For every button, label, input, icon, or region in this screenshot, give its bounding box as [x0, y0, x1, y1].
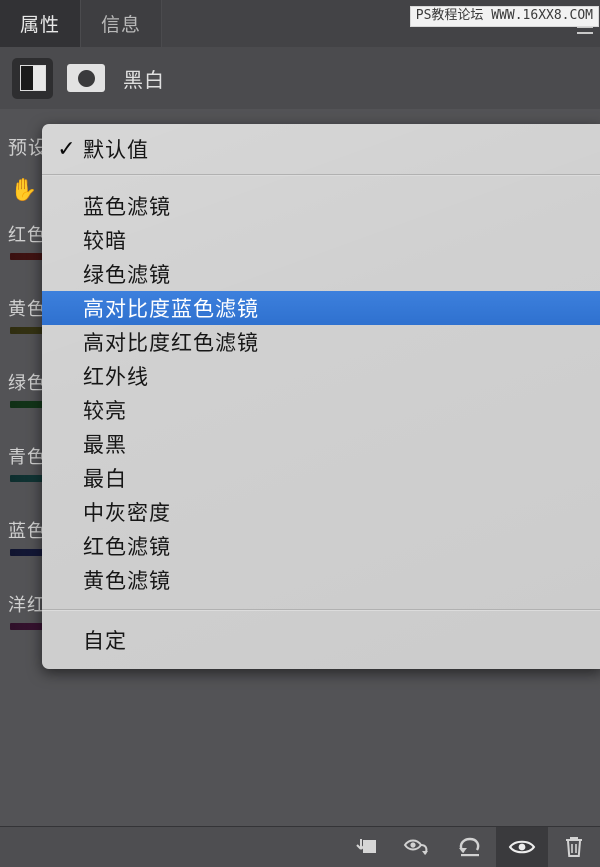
- black-and-white-glyph: [19, 65, 46, 91]
- slider-label: 洋红: [8, 595, 46, 615]
- bw-right-half: [32, 66, 45, 90]
- menu-item[interactable]: 最白: [42, 461, 600, 495]
- menu-bottom-spacer: [42, 597, 600, 609]
- menu-item-default[interactable]: ✓ 默认值: [42, 124, 600, 174]
- menu-item-label: 中灰密度: [83, 502, 171, 525]
- menu-item[interactable]: 红外线: [42, 359, 600, 393]
- on-image-adjust-hand-icon[interactable]: ✋: [10, 177, 37, 203]
- menu-item[interactable]: 较亮: [42, 393, 600, 427]
- menu-item-label: 绿色滤镜: [83, 264, 171, 287]
- panel-bottom-toolbar: [0, 826, 600, 867]
- menu-item-label: 高对比度红色滤镜: [83, 332, 259, 355]
- menu-custom-bottom-spacer: [42, 658, 600, 669]
- checkmark-icon: ✓: [57, 136, 77, 161]
- panel-menu-line-3: [577, 32, 593, 34]
- tab-properties[interactable]: 属性: [0, 0, 81, 47]
- delete-trash-icon[interactable]: [548, 827, 600, 867]
- menu-item-label: 红外线: [83, 366, 149, 389]
- menu-item[interactable]: 最黑: [42, 427, 600, 461]
- menu-item-label: 高对比度蓝色滤镜: [83, 298, 259, 321]
- menu-item-custom[interactable]: 自定: [42, 622, 600, 658]
- layer-mask-dot: [77, 69, 95, 87]
- menu-item-default-label: 默认值: [83, 139, 149, 162]
- menu-top-spacer: [42, 176, 600, 189]
- properties-panel: 属性 信息 PS教程论坛 WWW.16XX8.COM 黑白 预设 ✋ 红色 黄色绿…: [0, 0, 600, 867]
- menu-item[interactable]: 高对比度红色滤镜: [42, 325, 600, 359]
- slider-label: 青色: [8, 447, 46, 467]
- menu-item-label: 最白: [83, 468, 127, 491]
- slider-label: 黄色: [8, 299, 46, 319]
- menu-item[interactable]: 黄色滤镜: [42, 563, 600, 597]
- menu-item-label: 蓝色滤镜: [83, 196, 171, 219]
- menu-item[interactable]: 较暗: [42, 223, 600, 257]
- slider-label: 蓝色: [8, 521, 46, 541]
- menu-item-label: 红色滤镜: [83, 536, 171, 559]
- slider-label: 绿色: [8, 373, 46, 393]
- page-title: 黑白: [123, 69, 165, 92]
- menu-items-list: 蓝色滤镜较暗绿色滤镜高对比度蓝色滤镜 高对比度红色滤镜 红外线较亮最黑最白中灰密度红…: [42, 189, 600, 597]
- menu-item[interactable]: 蓝色滤镜: [42, 189, 600, 223]
- menu-item-label: 最黑: [83, 434, 127, 457]
- clip-to-layer-icon[interactable]: [340, 827, 392, 867]
- layer-mask-icon[interactable]: [67, 64, 105, 92]
- tab-properties-label: 属性: [20, 15, 61, 36]
- reset-icon[interactable]: [444, 827, 496, 867]
- slider-label: 红色: [8, 225, 46, 245]
- menu-item-custom-label: 自定: [83, 630, 127, 653]
- menu-item-label: 较亮: [83, 400, 127, 423]
- menu-item-label: 黄色滤镜: [83, 570, 171, 593]
- menu-item[interactable]: 绿色滤镜: [42, 257, 600, 291]
- bw-left-half: [20, 66, 33, 90]
- menu-item[interactable]: 红色滤镜: [42, 529, 600, 563]
- preset-dropdown-menu[interactable]: ✓ 默认值 蓝色滤镜较暗绿色滤镜高对比度蓝色滤镜 高对比度红色滤镜 红外线较亮最黑最…: [42, 124, 600, 669]
- adjustment-header: 黑白: [0, 47, 600, 110]
- watermark-text: PS教程论坛 WWW.16XX8.COM: [409, 6, 599, 28]
- toggle-visibility-eye-icon[interactable]: [496, 827, 548, 867]
- tab-info[interactable]: 信息: [80, 0, 163, 47]
- menu-item[interactable]: 中灰密度: [42, 495, 600, 529]
- black-and-white-icon[interactable]: [12, 57, 53, 99]
- menu-item-selected[interactable]: 高对比度蓝色滤镜: [42, 291, 600, 325]
- menu-custom-spacer: [42, 611, 600, 622]
- view-previous-state-icon[interactable]: [392, 827, 444, 867]
- menu-item-label: 较暗: [83, 230, 127, 253]
- tab-info-label: 信息: [101, 15, 142, 36]
